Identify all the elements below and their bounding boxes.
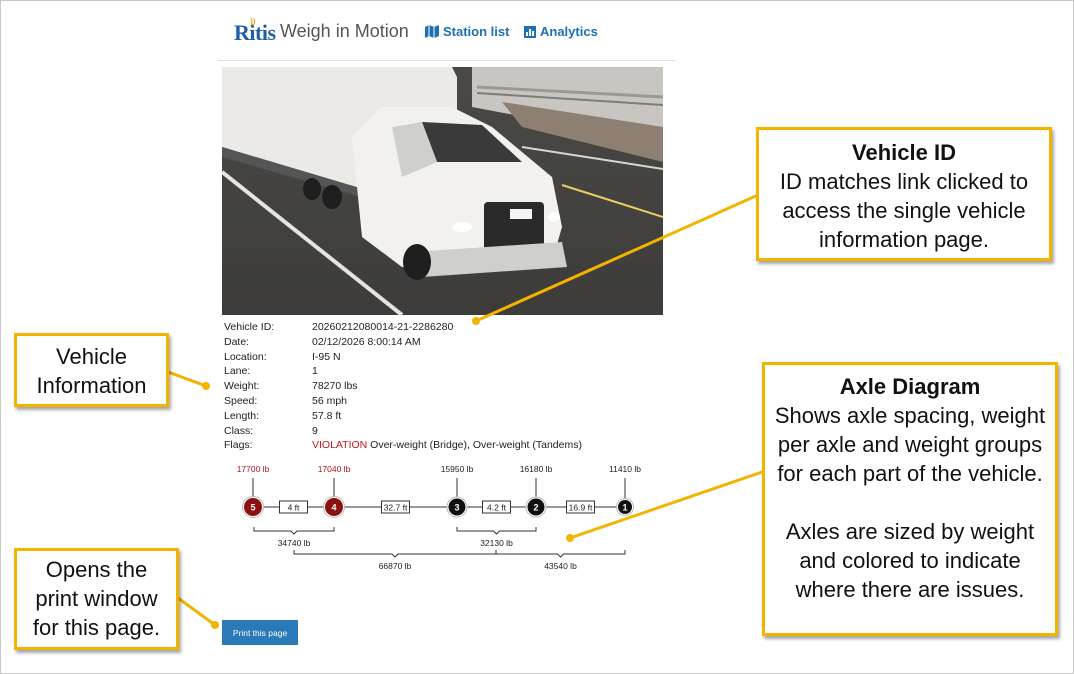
bar-chart-icon bbox=[524, 25, 536, 38]
callout-vehicle-id-body: ID matches link clicked to access the si… bbox=[779, 169, 1029, 252]
axle-group-label: 66870 lb bbox=[379, 561, 412, 571]
date-value: 02/12/2026 8:00:14 AM bbox=[312, 335, 421, 348]
info-label: Speed: bbox=[224, 394, 258, 407]
nav-station-list[interactable]: Station list bbox=[425, 24, 509, 39]
axle-group-label: 43540 lb bbox=[544, 561, 577, 571]
info-label: Location: bbox=[224, 350, 267, 363]
axle-weight-label: 16180 lb bbox=[520, 464, 553, 474]
axle-number: 5 bbox=[250, 503, 255, 513]
axle-spacing-label: 16.9 ft bbox=[569, 503, 593, 513]
callout-print-body: Opens the print window for this page. bbox=[32, 557, 161, 640]
info-label: Date: bbox=[224, 335, 250, 348]
axle-weight-label: 11410 lb bbox=[609, 464, 641, 474]
axle-group-bracket bbox=[495, 550, 626, 558]
vehicle-photo bbox=[222, 67, 663, 315]
axle-spacing-label: 4 ft bbox=[288, 503, 300, 513]
axle-number: 2 bbox=[533, 503, 538, 513]
vehicle-id-value: 20260212080014-21-2286280 bbox=[312, 321, 454, 333]
callout-axle-diagram-body1: Shows axle spacing, weight per axle and … bbox=[774, 403, 1046, 486]
info-label: Weight: bbox=[224, 380, 260, 393]
axle-weight-label: 17040 lb bbox=[318, 464, 351, 474]
callout-axle-diagram: Axle Diagram Shows axle spacing, weight … bbox=[762, 362, 1058, 636]
axle-weight-label: 15950 lb bbox=[441, 464, 474, 474]
violation-badge: VIOLATION bbox=[312, 439, 368, 452]
app-title: Weigh in Motion bbox=[280, 21, 409, 41]
callout-vehicle-info: Vehicle Information bbox=[14, 333, 169, 407]
nav-analytics[interactable]: Analytics bbox=[524, 24, 598, 39]
axle-group-label: 34740 lb bbox=[278, 538, 311, 548]
location-value: I-95 N bbox=[312, 350, 341, 363]
info-label: Vehicle ID: bbox=[224, 321, 275, 333]
callout-axle-diagram-body2: Axles are sized by weight and colored to… bbox=[785, 519, 1035, 602]
info-label: Length: bbox=[224, 409, 260, 422]
axle-group-bracket bbox=[293, 550, 497, 558]
ritis-logo[interactable]: Ritis )) bbox=[234, 16, 276, 46]
info-label: Flags: bbox=[224, 439, 253, 452]
axle-group-label: 32130 lb bbox=[480, 538, 513, 548]
nav-analytics-label: Analytics bbox=[540, 24, 598, 39]
callout-print: Opens the print window for this page. bbox=[14, 548, 179, 650]
map-icon bbox=[425, 25, 439, 38]
callout-vehicle-id-title: Vehicle ID bbox=[852, 140, 956, 165]
info-label: Class: bbox=[224, 424, 254, 437]
speed-value: 56 mph bbox=[312, 394, 348, 407]
axle-diagram: 4 ft 32.7 ft 4.2 ft 16.9 ft 17700 lb 5 17040 l… bbox=[237, 464, 642, 571]
callout-vehicle-info-body: Vehicle Information bbox=[36, 344, 147, 398]
length-value: 57.8 ft bbox=[312, 409, 342, 422]
axle-number: 3 bbox=[454, 503, 459, 513]
axle-number: 1 bbox=[622, 503, 627, 513]
flags-text: Over-weight (Bridge), Over-weight (Tande… bbox=[370, 439, 582, 452]
axle-number: 4 bbox=[331, 503, 336, 513]
axle-weight-label: 17700 lb bbox=[237, 464, 270, 474]
logo-signal-icon: )) bbox=[250, 16, 256, 26]
info-label: Lane: bbox=[224, 365, 251, 378]
axle-spacing-label: 32.7 ft bbox=[384, 503, 408, 513]
print-button[interactable]: Print this page bbox=[222, 620, 298, 645]
lane-value: 1 bbox=[312, 365, 318, 378]
axle-group-bracket bbox=[253, 527, 335, 535]
nav-station-list-label: Station list bbox=[443, 24, 510, 39]
callout-vehicle-id: Vehicle ID ID matches link clicked to ac… bbox=[756, 127, 1052, 261]
callout-axle-diagram-title: Axle Diagram bbox=[839, 374, 981, 399]
axle-group-bracket bbox=[456, 527, 537, 535]
header-divider bbox=[218, 60, 676, 61]
class-value: 9 bbox=[312, 424, 318, 437]
weight-value: 78270 lbs bbox=[312, 380, 358, 393]
axle-spacing-label: 4.2 ft bbox=[487, 503, 507, 513]
flags-value: VIOLATION Over-weight (Bridge), Over-wei… bbox=[312, 438, 582, 453]
